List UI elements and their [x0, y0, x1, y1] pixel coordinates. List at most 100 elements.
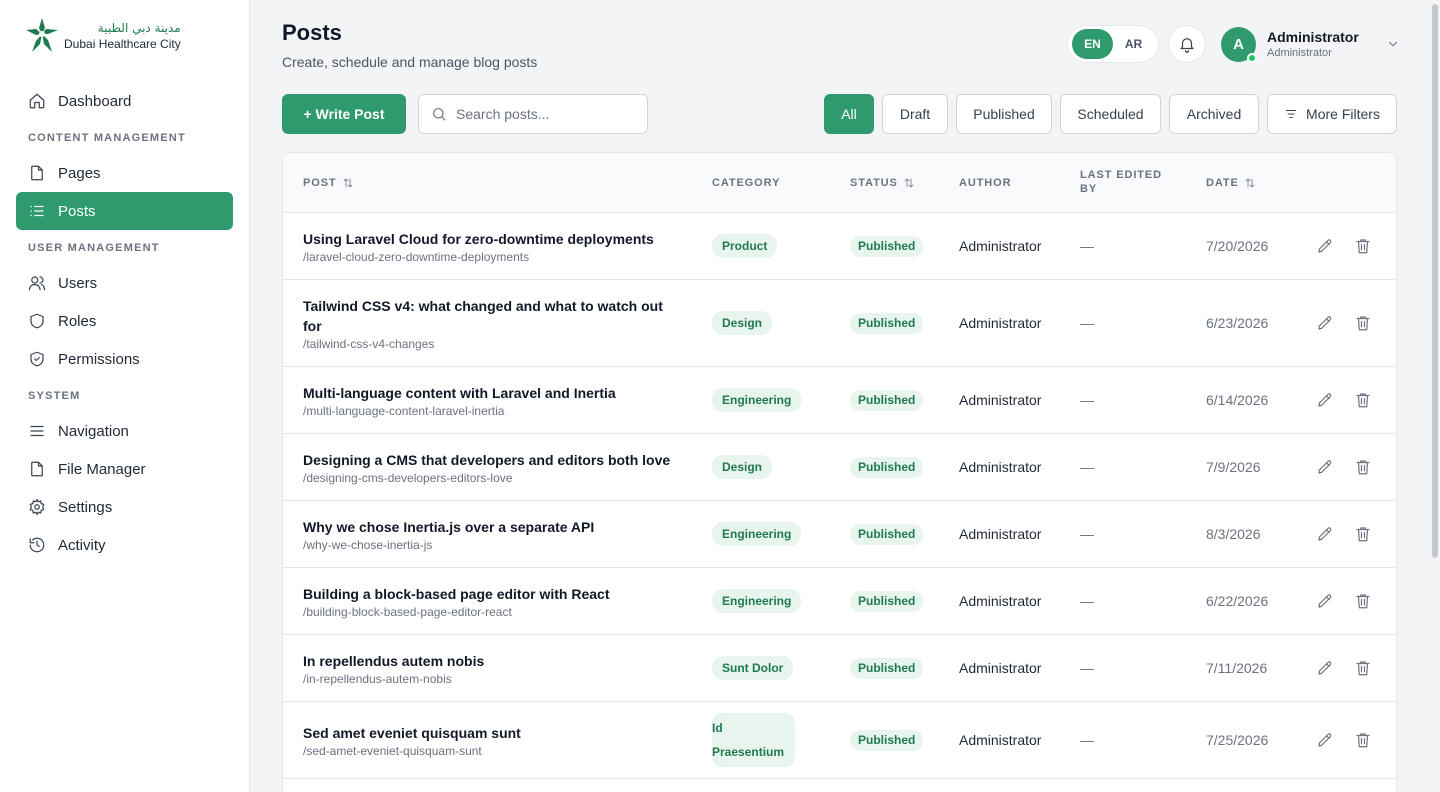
user-menu[interactable]: A Administrator Administrator — [1221, 26, 1400, 63]
last-edited-by: — — [1080, 238, 1094, 254]
lang-en-button[interactable]: EN — [1072, 29, 1113, 59]
status-badge: Published — [850, 523, 924, 545]
more-filters-button[interactable]: More Filters — [1267, 94, 1397, 134]
scrollbar-thumb[interactable] — [1432, 4, 1438, 558]
column-last-edited-label: LAST EDITED — [1080, 169, 1163, 181]
table-row[interactable]: Designing a CMS that developers and edit… — [283, 434, 1396, 501]
author: Administrator — [959, 526, 1042, 542]
post-title[interactable]: Sed amet eveniet quisquam sunt — [303, 723, 521, 743]
category-badge: Product — [712, 234, 778, 258]
history-icon — [28, 536, 46, 554]
edit-button[interactable] — [1315, 236, 1335, 256]
sidebar-item-posts[interactable]: Posts — [16, 192, 233, 230]
post-title[interactable]: Using Laravel Cloud for zero-downtime de… — [303, 229, 654, 249]
sidebar-item-dashboard[interactable]: Dashboard — [16, 82, 233, 120]
delete-button[interactable] — [1353, 524, 1373, 544]
table-row[interactable]: Using Laravel Cloud for zero-downtime de… — [283, 213, 1396, 280]
category-badge: Engineering — [712, 388, 802, 412]
page-scrollbar[interactable] — [1428, 0, 1440, 792]
edit-button[interactable] — [1315, 591, 1335, 611]
file-icon — [28, 460, 46, 478]
edit-button[interactable] — [1315, 390, 1335, 410]
edit-button[interactable] — [1315, 730, 1335, 750]
sidebar-item-navigation[interactable]: Navigation — [16, 412, 233, 450]
sidebar-item-label: File Manager — [58, 460, 146, 478]
sidebar: مدينة دبي الطبية Dubai Healthcare City D… — [0, 0, 250, 792]
trash-icon — [1356, 594, 1370, 609]
edit-icon — [1318, 733, 1332, 747]
user-role: Administrator — [1267, 47, 1332, 59]
status-badge: Published — [850, 590, 924, 612]
post-date: 6/22/2026 — [1206, 593, 1269, 609]
post-slug: /in-repellendus-autem-nobis — [303, 671, 452, 686]
post-title[interactable]: Designing a CMS that developers and edit… — [303, 450, 670, 470]
filter-archived-button[interactable]: Archived — [1169, 94, 1259, 134]
author: Administrator — [959, 315, 1042, 331]
filter-draft-button[interactable]: Draft — [882, 94, 948, 134]
post-title[interactable]: Tailwind CSS v4: what changed and what t… — [303, 296, 683, 336]
status-badge: Published — [850, 312, 924, 334]
sidebar-item-pages[interactable]: Pages — [16, 154, 233, 192]
sidebar-item-roles[interactable]: Roles — [16, 302, 233, 340]
sidebar-item-permissions[interactable]: Permissions — [16, 340, 233, 378]
search-input[interactable] — [456, 106, 636, 122]
avatar: A — [1221, 26, 1257, 63]
logo-arabic: مدينة دبي الطبية — [97, 21, 181, 35]
write-post-button[interactable]: + Write Post — [282, 94, 406, 134]
edit-button[interactable] — [1315, 658, 1335, 678]
delete-button[interactable] — [1353, 658, 1373, 678]
edit-icon — [1318, 527, 1332, 541]
author: Administrator — [959, 459, 1042, 475]
notifications-button[interactable] — [1168, 25, 1206, 63]
table-row[interactable]: Tailwind CSS v4: what changed and what t… — [283, 280, 1396, 367]
table-row[interactable]: Building a block-based page editor with … — [283, 568, 1396, 635]
column-post[interactable]: POST — [303, 176, 354, 190]
delete-button[interactable] — [1353, 591, 1373, 611]
post-date: 7/20/2026 — [1206, 238, 1269, 254]
sort-icon — [1245, 178, 1255, 188]
filter-published-button[interactable]: Published — [956, 94, 1052, 134]
column-last-edited-by: LAST EDITED BY — [1080, 168, 1162, 196]
delete-button[interactable] — [1353, 730, 1373, 750]
more-filters-label: More Filters — [1306, 106, 1380, 122]
menu-icon — [28, 422, 46, 440]
section-system: SYSTEM — [28, 390, 81, 402]
filter-scheduled-button[interactable]: Scheduled — [1060, 94, 1161, 134]
post-title[interactable]: Building a block-based page editor with … — [303, 584, 610, 604]
post-slug: /designing-cms-developers-editors-love — [303, 470, 513, 485]
sidebar-item-users[interactable]: Users — [16, 264, 233, 302]
column-category: CATEGORY — [712, 177, 781, 189]
delete-button[interactable] — [1353, 390, 1373, 410]
column-date[interactable]: DATE — [1206, 176, 1256, 190]
post-title[interactable]: In repellendus autem nobis — [303, 651, 484, 671]
trash-icon — [1356, 460, 1370, 475]
sidebar-item-label: Users — [58, 274, 98, 292]
column-last-edited-label-2: BY — [1080, 183, 1098, 195]
delete-button[interactable] — [1353, 457, 1373, 477]
edit-button[interactable] — [1315, 524, 1335, 544]
table-row[interactable]: In repellendus autem nobis/in-repellendu… — [283, 635, 1396, 702]
post-title[interactable]: Multi-language content with Laravel and … — [303, 383, 616, 403]
table-row[interactable]: Why we chose Inertia.js over a separate … — [283, 501, 1396, 568]
edit-button[interactable] — [1315, 313, 1335, 333]
column-status[interactable]: STATUS — [850, 176, 915, 190]
home-icon — [28, 92, 46, 110]
edit-icon — [1318, 239, 1332, 253]
post-title[interactable]: Why we chose Inertia.js over a separate … — [303, 517, 594, 537]
table-row[interactable]: Multi-language content with Laravel and … — [283, 367, 1396, 434]
table-row[interactable]: Sed amet eveniet quisquam sunt/sed-amet-… — [283, 702, 1396, 779]
delete-button[interactable] — [1353, 313, 1373, 333]
lang-ar-button[interactable]: AR — [1113, 29, 1154, 59]
post-slug: /multi-language-content-laravel-inertia — [303, 403, 505, 418]
status-badge: Published — [850, 657, 924, 679]
page-icon — [28, 164, 46, 182]
sidebar-item-activity[interactable]: Activity — [16, 526, 233, 564]
delete-button[interactable] — [1353, 236, 1373, 256]
filter-all-button[interactable]: All — [824, 94, 874, 134]
section-user-management: USER MANAGEMENT — [28, 242, 160, 254]
logo[interactable]: مدينة دبي الطبية Dubai Healthcare City — [24, 16, 181, 56]
edit-button[interactable] — [1315, 457, 1335, 477]
sidebar-item-settings[interactable]: Settings — [16, 488, 233, 526]
author: Administrator — [959, 732, 1042, 748]
sidebar-item-file-manager[interactable]: File Manager — [16, 450, 233, 488]
